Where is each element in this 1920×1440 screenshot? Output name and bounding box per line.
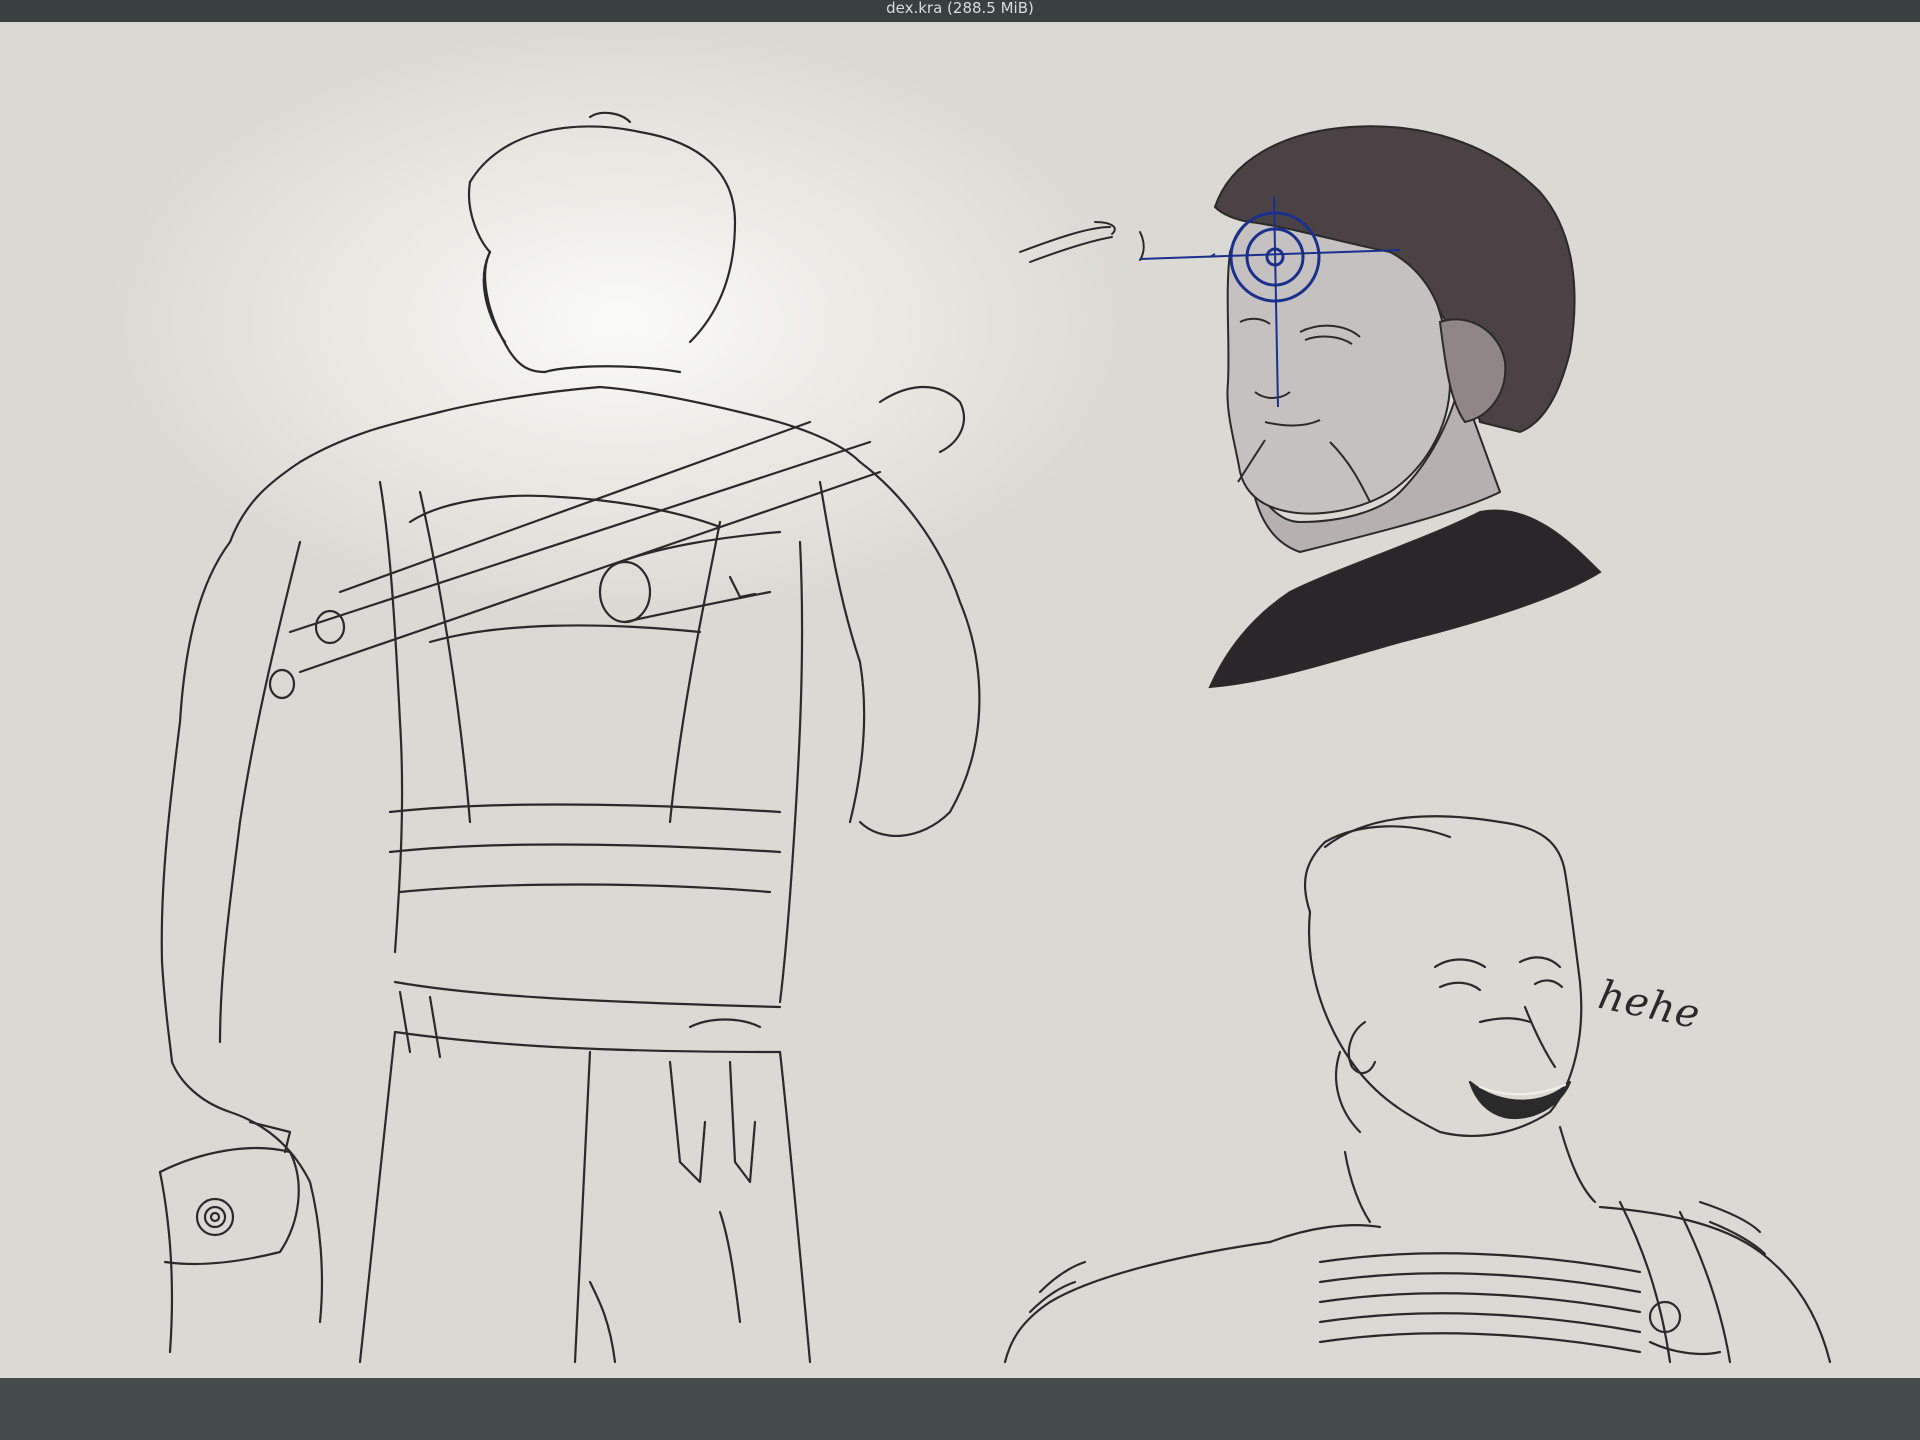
shaded-portrait-head — [1208, 125, 1602, 689]
back-view-figure-sketch — [158, 111, 981, 1364]
krita-window: dex.kra (288.5 MiB) hehe — [0, 0, 1920, 1440]
window-title-bar[interactable]: dex.kra (288.5 MiB) — [0, 0, 1920, 22]
status-bar — [0, 1378, 1920, 1440]
smiling-portrait-sketch — [1003, 815, 1832, 1364]
canvas-artwork — [158, 111, 1832, 1364]
window-title: dex.kra (288.5 MiB) — [886, 0, 1034, 17]
bullet-motion-lines — [1019, 221, 1145, 263]
drawing-canvas[interactable]: hehe — [0, 22, 1920, 1378]
